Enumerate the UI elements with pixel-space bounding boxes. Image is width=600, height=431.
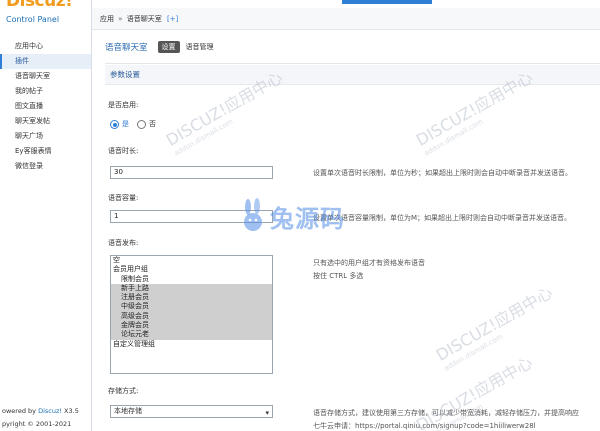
usergroup-option[interactable]: 高级会员 <box>111 311 272 322</box>
nav-bullet-icon <box>9 150 12 153</box>
enable-yes-label[interactable]: 是 <box>122 119 129 129</box>
storage-hint: 语音存储方式，建议使用第三方存储，可以减少带宽消耗，减轻存储压力，并提高响应 <box>313 409 579 417</box>
usergroup-option[interactable]: 限制会员 <box>111 275 272 284</box>
storage-select[interactable]: 本地存储 ▾ <box>110 405 273 418</box>
storage-qiniu-link[interactable]: 七牛云申请：https://portal.qiniu.com/signup?co… <box>313 421 536 431</box>
sidebar-item-chat-square[interactable]: 聊天广场 <box>0 129 91 144</box>
sidebar-item-label: 我的帖子 <box>15 87 43 95</box>
usergroup-option[interactable]: 金牌会员 <box>111 321 272 331</box>
footer-version: X3.5 <box>61 407 79 415</box>
usergroup-option[interactable]: 新手上路 <box>111 283 272 294</box>
usergroup-option[interactable]: 自定义管理组 <box>111 340 272 349</box>
enable-no-label[interactable]: 否 <box>149 119 156 129</box>
copyright: pyright © 2001-2021 <box>2 420 72 428</box>
rabbit-icon <box>244 198 262 231</box>
sidebar-item-ey-emoji[interactable]: Ey客服表情 <box>0 144 91 159</box>
center-watermark-text: 兔源码 <box>270 204 345 233</box>
top-bar <box>92 0 600 8</box>
usergroup-option[interactable]: 空 <box>111 256 272 265</box>
logo-brand: Discuz! <box>6 0 73 11</box>
nav-bullet-icon <box>9 105 12 108</box>
sidebar: Discuz! Control Panel 应用中心 插件 语音聊天室 我的帖子… <box>0 0 92 431</box>
tab-settings[interactable]: 设置 <box>157 40 180 53</box>
nav-bullet-icon <box>9 90 12 93</box>
sidebar-item-label: 应用中心 <box>15 42 43 50</box>
sidebar-item-voice-chat[interactable]: 语音聊天室 <box>0 69 91 84</box>
duration-hint: 设置单次语音时长限制，单位为秒；如果超出上限时则会自动中断录音并发送语音。 <box>313 169 572 177</box>
powered-by-prefix: owered by <box>2 407 39 415</box>
add-shortcut-button[interactable]: [+] <box>167 15 178 23</box>
enable-yes-radio[interactable] <box>110 119 119 129</box>
sidebar-item-label: 聊天室发帖 <box>15 117 50 125</box>
footer-brand-link[interactable]: Discuz! <box>38 407 62 415</box>
capacity-label: 语音容量: <box>108 194 139 202</box>
publish-multiselect-hint: 按住 CTRL 多选 <box>313 272 364 280</box>
tab-voice-manage[interactable]: 语音管理 <box>186 42 214 52</box>
enable-radio-group: 是 否 <box>110 119 156 129</box>
breadcrumb-voice-chat[interactable]: 语音聊天室 <box>127 15 162 23</box>
chevron-down-icon: ▾ <box>265 409 269 417</box>
nav-bullet-icon <box>9 45 12 48</box>
sidebar-footer: owered by Discuz! X3.5 pyright © 2001-20… <box>0 405 92 431</box>
sidebar-item-label: 语音聊天室 <box>15 72 50 80</box>
sidebar-item-chat-post[interactable]: 聊天室发帖 <box>0 114 91 129</box>
sidebar-item-app-center[interactable]: 应用中心 <box>0 39 91 54</box>
usergroup-option[interactable]: 会员用户组 <box>111 265 272 274</box>
publish-label: 语音发布: <box>108 239 139 247</box>
enable-no-radio[interactable] <box>137 119 146 129</box>
plugin-title: 语音聊天室 <box>105 42 148 53</box>
breadcrumb: 应用 » 语音聊天室 [+] <box>92 8 600 30</box>
sidebar-item-label: Ey客服表情 <box>15 147 52 155</box>
nav-bullet-icon <box>9 60 12 63</box>
logo-subtitle: Control Panel <box>6 15 60 24</box>
sidebar-item-my-posts[interactable]: 我的帖子 <box>0 84 91 99</box>
sidebar-item-label: 插件 <box>15 57 29 65</box>
storage-selected-value: 本地存储 <box>114 407 142 415</box>
breadcrumb-apps[interactable]: 应用 <box>100 15 114 23</box>
sidebar-item-plugins[interactable]: 插件 <box>0 54 91 69</box>
plugin-header: 语音聊天室 设置 语音管理 <box>105 30 600 64</box>
top-nav-highlight <box>342 0 432 4</box>
publish-hint: 只有选中的用户组才有资格发布语音 <box>313 259 425 267</box>
usergroup-option[interactable]: 论坛元老 <box>111 330 272 340</box>
usergroup-option[interactable]: 中级会员 <box>111 302 272 312</box>
sidebar-item-label: 微信登录 <box>15 162 43 170</box>
duration-input[interactable]: 30 <box>110 166 273 179</box>
center-watermark-logo: 兔源码 <box>238 196 368 236</box>
nav-bullet-icon <box>9 135 12 138</box>
nav-bullet-icon <box>9 75 12 78</box>
duration-label: 语音时长: <box>108 147 139 155</box>
sidebar-item-label: 图文直播 <box>15 102 43 110</box>
publish-usergroup-select[interactable]: 空会员用户组 限制会员 新手上路 注册会员 中级会员 高级会员 金牌会员 论坛元老 自定义管理组 <box>110 255 273 374</box>
sidebar-item-wechat-login[interactable]: 微信登录 <box>0 159 91 174</box>
section-title: 参数设置 <box>105 65 600 85</box>
powered-by: owered by Discuz! X3.5 <box>2 405 92 418</box>
sidebar-nav: 应用中心 插件 语音聊天室 我的帖子 图文直播 聊天室发帖 聊天广场 Ey客服表… <box>0 39 91 174</box>
storage-label: 存储方式: <box>108 387 139 395</box>
breadcrumb-separator: » <box>118 15 123 23</box>
logo: Discuz! Control Panel <box>0 0 91 30</box>
sidebar-item-live[interactable]: 图文直播 <box>0 99 91 114</box>
sidebar-item-label: 聊天广场 <box>15 132 43 140</box>
enable-label: 是否启用: <box>108 101 139 109</box>
nav-bullet-icon <box>9 165 12 168</box>
nav-bullet-icon <box>9 120 12 123</box>
